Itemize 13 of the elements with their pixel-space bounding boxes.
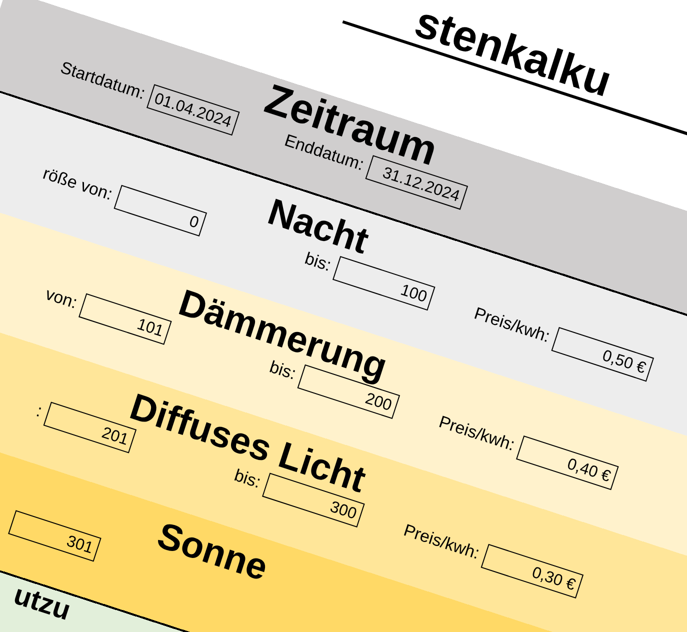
field-label: von: (43, 285, 81, 314)
field-label: bis: (302, 250, 334, 276)
value-field[interactable]: 0,30 € (480, 544, 584, 599)
value-field[interactable]: 100 (332, 256, 436, 311)
field-label: bis: (232, 466, 264, 493)
field-label: : (34, 402, 46, 422)
field-label: röße von: (40, 164, 116, 205)
value-field[interactable]: 0,40 € (516, 435, 619, 490)
value-field[interactable]: 301 (8, 510, 102, 562)
value-field[interactable]: 101 (78, 293, 172, 345)
value-field[interactable]: 0,50 € (551, 327, 654, 382)
section-heading: utzu (10, 578, 74, 626)
value-field[interactable]: 0 (114, 184, 208, 236)
